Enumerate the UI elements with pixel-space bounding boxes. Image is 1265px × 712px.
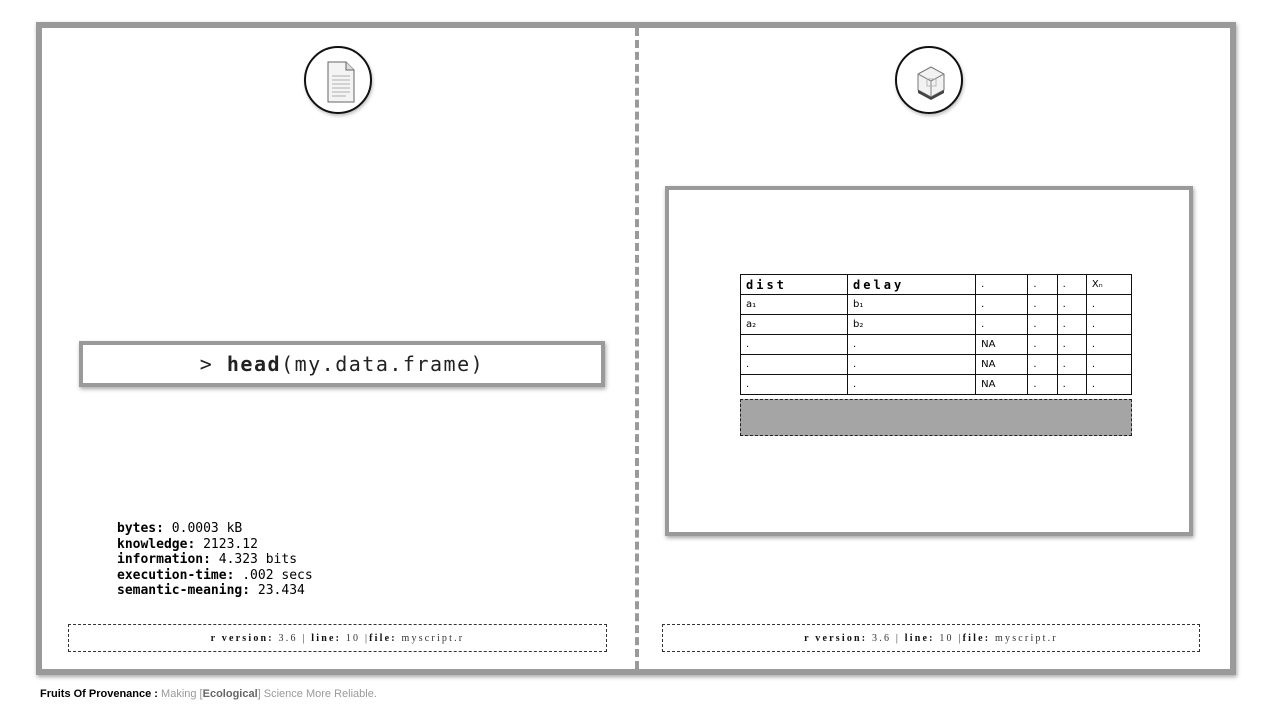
table-cell: . [847, 334, 977, 355]
table-cell: . [1056, 374, 1087, 395]
right-footer-bar: r version: 3.6 | line: 10 | file: myscrip… [662, 624, 1200, 652]
command-box: > head (my.data.frame) [79, 341, 605, 387]
caption-text: Making [ [157, 688, 203, 700]
table-cell: . [739, 374, 849, 395]
table-cell: b₁ [847, 294, 977, 315]
table-cell: . [847, 354, 977, 375]
data-frame-panel: dist delay . . . Xₙ a₁ b₁ . . . . a₂ b₂ … [665, 186, 1193, 536]
table-row: a₂ b₂ . . . . [739, 314, 1133, 335]
table-cell: . [739, 354, 849, 375]
table-cell: . [1056, 294, 1087, 315]
caption-title: Fruits Of Provenance : [40, 688, 158, 700]
caption-text-end: ] Science More Reliable. [257, 688, 377, 700]
table-cell: . [1085, 314, 1133, 335]
left-footer-bar: r version: 3.6 | line: 10 | file: myscrip… [68, 624, 607, 652]
table-cell: . [1027, 294, 1058, 315]
command-args: (my.data.frame) [281, 352, 485, 376]
column-header: . [1027, 274, 1058, 295]
column-header: Xₙ [1085, 274, 1133, 295]
table-cell: . [1027, 334, 1058, 355]
caption-highlight: Ecological [202, 688, 258, 700]
main-frame: > head (my.data.frame) bytes: 0.0003 kB k… [36, 22, 1236, 675]
column-header: . [975, 274, 1029, 295]
document-icon [304, 46, 372, 114]
table-cell: a₂ [739, 314, 849, 335]
table-cell: . [739, 334, 849, 355]
stats-list: bytes: 0.0003 kB knowledge: 2123.12 info… [117, 521, 313, 599]
column-header: . [1056, 274, 1087, 295]
command-prompt: > [199, 352, 214, 376]
table-cell: . [1056, 334, 1087, 355]
table-header-row: dist delay . . . Xₙ [739, 274, 1133, 295]
table-cell: . [1056, 354, 1087, 375]
table-cell: a₁ [739, 294, 849, 315]
table-cell: . [1085, 354, 1133, 375]
pending-rows-block [740, 399, 1132, 436]
table-cell: . [1085, 294, 1133, 315]
table-cell: . [1027, 314, 1058, 335]
command-function: head [226, 352, 282, 376]
table-cell: . [847, 374, 977, 395]
table-cell: . [1085, 374, 1133, 395]
table-cell: . [975, 314, 1029, 335]
table-cell: . [1056, 314, 1087, 335]
column-header: dist [739, 274, 849, 295]
column-header: delay [847, 274, 977, 295]
table-row: . . NA . . . [739, 354, 1133, 375]
table-row: . . NA . . . [739, 374, 1133, 395]
table-row: . . NA . . . [739, 334, 1133, 355]
table-row: a₁ b₁ . . . . [739, 294, 1133, 315]
cube-icon [895, 46, 963, 114]
table-cell: . [1027, 374, 1058, 395]
table-cell: b₂ [847, 314, 977, 335]
table-cell: NA [975, 354, 1029, 375]
data-frame-table: dist delay . . . Xₙ a₁ b₁ . . . . a₂ b₂ … [739, 274, 1133, 395]
table-cell: . [1027, 354, 1058, 375]
table-cell: . [1085, 334, 1133, 355]
table-cell: NA [975, 374, 1029, 395]
stat-execution-time: execution-time: .002 secs [117, 567, 313, 583]
table-cell: . [975, 294, 1029, 315]
stat-semantic-meaning: semantic-meaning: 23.434 [117, 583, 305, 598]
stat-bytes: bytes: 0.0003 kB [117, 521, 243, 536]
stat-information: information: 4.323 bits [117, 552, 298, 567]
stat-knowledge: knowledge: 2123.12 [117, 536, 258, 552]
panel-divider [635, 28, 639, 669]
caption: Fruits Of Provenance : Making [Ecologica… [40, 688, 377, 700]
table-cell: NA [975, 334, 1029, 355]
